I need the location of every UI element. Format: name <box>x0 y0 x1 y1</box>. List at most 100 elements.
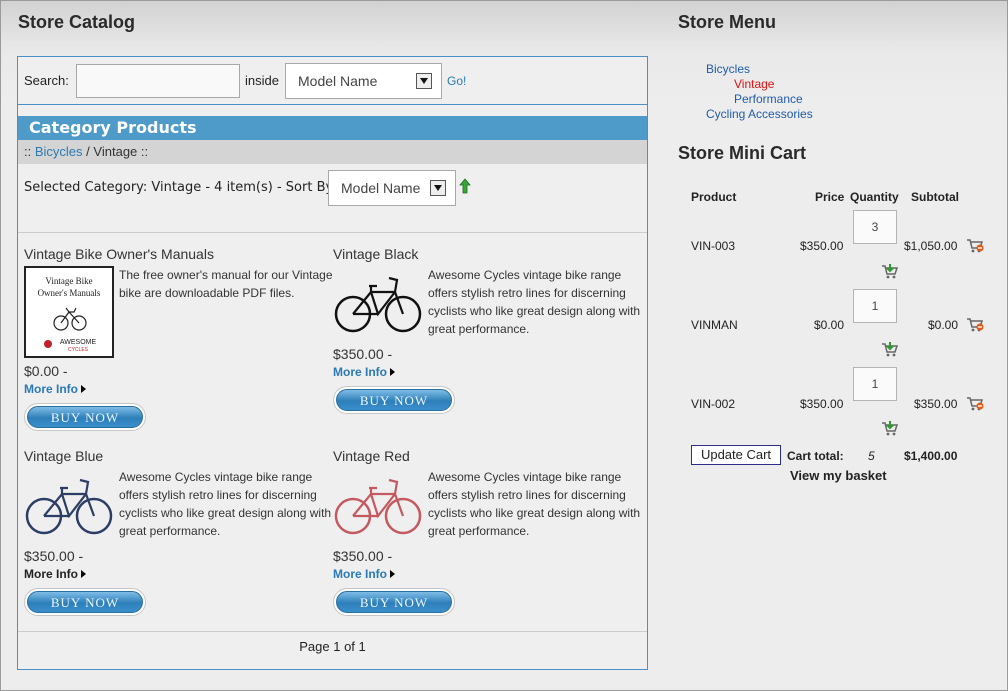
cart-row-qty-input[interactable]: 1 <box>853 367 897 401</box>
divider <box>18 232 647 233</box>
cart-row-product: VINMAN <box>691 318 738 332</box>
more-info-arrow-icon <box>390 570 395 578</box>
category-header: Category Products <box>18 116 647 140</box>
catalog-box: Search: inside Model Name Go! Category P… <box>17 56 648 670</box>
cart-row-product: VIN-002 <box>691 397 736 411</box>
buy-now-label: BUY NOW <box>336 389 452 411</box>
breadcrumb-suffix: :: <box>140 144 149 159</box>
cart-header-quantity: Quantity <box>850 190 899 204</box>
buy-now-button[interactable]: BUY NOW <box>333 386 455 414</box>
breadcrumb-link-bicycles[interactable]: Bicycles <box>35 144 83 159</box>
buy-now-button[interactable]: BUY NOW <box>24 588 146 616</box>
bike-image[interactable] <box>333 266 423 338</box>
pager: Page 1 of 1 <box>299 639 366 654</box>
more-info-link[interactable]: More Info <box>333 365 395 379</box>
add-to-cart-icon[interactable] <box>881 420 899 436</box>
cart-row-subtotal: $0.00 <box>928 318 959 332</box>
cart-row-price: $350.00 <box>800 239 844 253</box>
cart-row-subtotal: $1,050.00 <box>904 239 958 253</box>
product-card: Vintage Bike Owner's Manuals Vintage Bik… <box>24 246 334 436</box>
menu-title: Store Menu <box>678 12 777 32</box>
buy-now-label: BUY NOW <box>27 591 143 613</box>
product-name[interactable]: Vintage Blue <box>24 448 103 464</box>
more-info-label: More Info <box>24 567 78 581</box>
divider <box>18 631 647 632</box>
cart-row-price: $350.00 <box>800 397 844 411</box>
add-to-cart-icon[interactable] <box>881 341 899 357</box>
sort-asc-icon[interactable] <box>459 178 471 194</box>
cart-row-qty-input[interactable]: 1 <box>853 289 897 323</box>
thumb-text-4: CYCLES <box>68 347 89 353</box>
thumb-text-3: AWESOME <box>60 339 97 346</box>
cart-row-qty-input[interactable]: 3 <box>853 210 897 244</box>
manual-cover-image: Vintage Bike Owner's Manuals AWESOME CYC… <box>38 276 101 353</box>
product-card: Vintage Black Awesome Cycles vintage bik… <box>333 246 643 436</box>
cart-total-label: Cart total: <box>787 449 844 463</box>
cart-row-price: $0.00 <box>814 318 845 332</box>
more-info-label: More Info <box>333 567 387 581</box>
remove-from-cart-icon[interactable] <box>966 237 984 253</box>
buy-now-button[interactable]: BUY NOW <box>24 403 146 431</box>
sort-select-value: Model Name <box>341 180 421 196</box>
cart-row-product: VIN-003 <box>691 239 736 253</box>
product-description: Awesome Cycles vintage bike range offers… <box>428 268 641 336</box>
cart-row-subtotal: $350.00 <box>914 397 958 411</box>
product-description: Awesome Cycles vintage bike range offers… <box>428 470 641 538</box>
more-info-link[interactable]: More Info <box>24 567 86 581</box>
bike-image[interactable] <box>333 468 423 540</box>
buy-now-label: BUY NOW <box>336 591 452 613</box>
thumb-text-2: Owner's Manuals <box>38 288 101 298</box>
menu-item-bicycles[interactable]: Bicycles <box>706 62 750 76</box>
product-price: $0.00 - <box>24 363 68 379</box>
more-info-link[interactable]: More Info <box>333 567 395 581</box>
breadcrumb: :: Bicycles / Vintage :: <box>18 140 647 164</box>
remove-from-cart-icon[interactable] <box>966 316 984 332</box>
product-name[interactable]: Vintage Black <box>333 246 418 262</box>
more-info-arrow-icon <box>390 368 395 376</box>
bike-image[interactable] <box>24 468 114 540</box>
catalog-title: Store Catalog <box>18 12 136 32</box>
breadcrumb-sep: / <box>86 144 90 159</box>
product-name[interactable]: Vintage Bike Owner's Manuals <box>24 246 214 262</box>
remove-from-cart-icon[interactable] <box>966 395 984 411</box>
product-card: Vintage Red Awesome Cycles vintage bike … <box>333 448 643 638</box>
cart-header-price: Price <box>815 190 845 204</box>
search-field-select[interactable]: Model Name <box>285 63 442 99</box>
breadcrumb-current: Vintage <box>93 144 138 159</box>
product-thumbnail[interactable]: Vintage Bike Owner's Manuals AWESOME CYC… <box>24 266 114 358</box>
add-to-cart-icon[interactable] <box>881 263 899 279</box>
buy-now-label: BUY NOW <box>27 406 143 428</box>
selected-category-text: Selected Category: Vintage - 4 item(s) -… <box>24 180 337 195</box>
go-button[interactable]: Go! <box>447 74 466 88</box>
more-info-label: More Info <box>24 382 78 396</box>
breadcrumb-prefix: :: <box>24 144 32 159</box>
thumb-text-1: Vintage Bike <box>45 276 92 286</box>
cart-total-qty: 5 <box>868 449 875 463</box>
mini-cart-title: Store Mini Cart <box>678 143 807 163</box>
product-name[interactable]: Vintage Red <box>333 448 410 464</box>
dropdown-arrow-icon[interactable] <box>430 180 446 196</box>
more-info-link[interactable]: More Info <box>24 382 86 396</box>
more-info-arrow-icon <box>81 385 86 393</box>
view-basket-link[interactable]: View my basket <box>790 468 887 483</box>
more-info-arrow-icon <box>81 570 86 578</box>
dropdown-arrow-icon[interactable] <box>416 73 432 89</box>
buy-now-button[interactable]: BUY NOW <box>333 588 455 616</box>
menu-item-performance[interactable]: Performance <box>734 92 803 106</box>
sort-select[interactable]: Model Name <box>328 170 456 206</box>
page-frame: Store Catalog Search: inside Model Name … <box>0 0 1008 691</box>
product-price: $350.00 - <box>333 548 393 564</box>
menu-item-vintage[interactable]: Vintage <box>734 77 774 91</box>
product-card: Vintage Blue Awesome Cycles vintage bike… <box>24 448 334 638</box>
update-cart-button[interactable]: Update Cart <box>691 445 781 465</box>
search-input[interactable] <box>76 64 240 98</box>
search-field-select-value: Model Name <box>298 73 378 89</box>
cart-total-value: $1,400.00 <box>904 449 958 463</box>
product-price: $350.00 - <box>333 346 393 362</box>
more-info-label: More Info <box>333 365 387 379</box>
menu-item-cycling-accessories[interactable]: Cycling Accessories <box>706 107 813 121</box>
product-description: Awesome Cycles vintage bike range offers… <box>119 470 332 538</box>
product-description: The free owner's manual for our Vintage … <box>119 268 333 300</box>
cart-header-product: Product <box>691 190 737 204</box>
search-label: Search: <box>24 73 69 88</box>
